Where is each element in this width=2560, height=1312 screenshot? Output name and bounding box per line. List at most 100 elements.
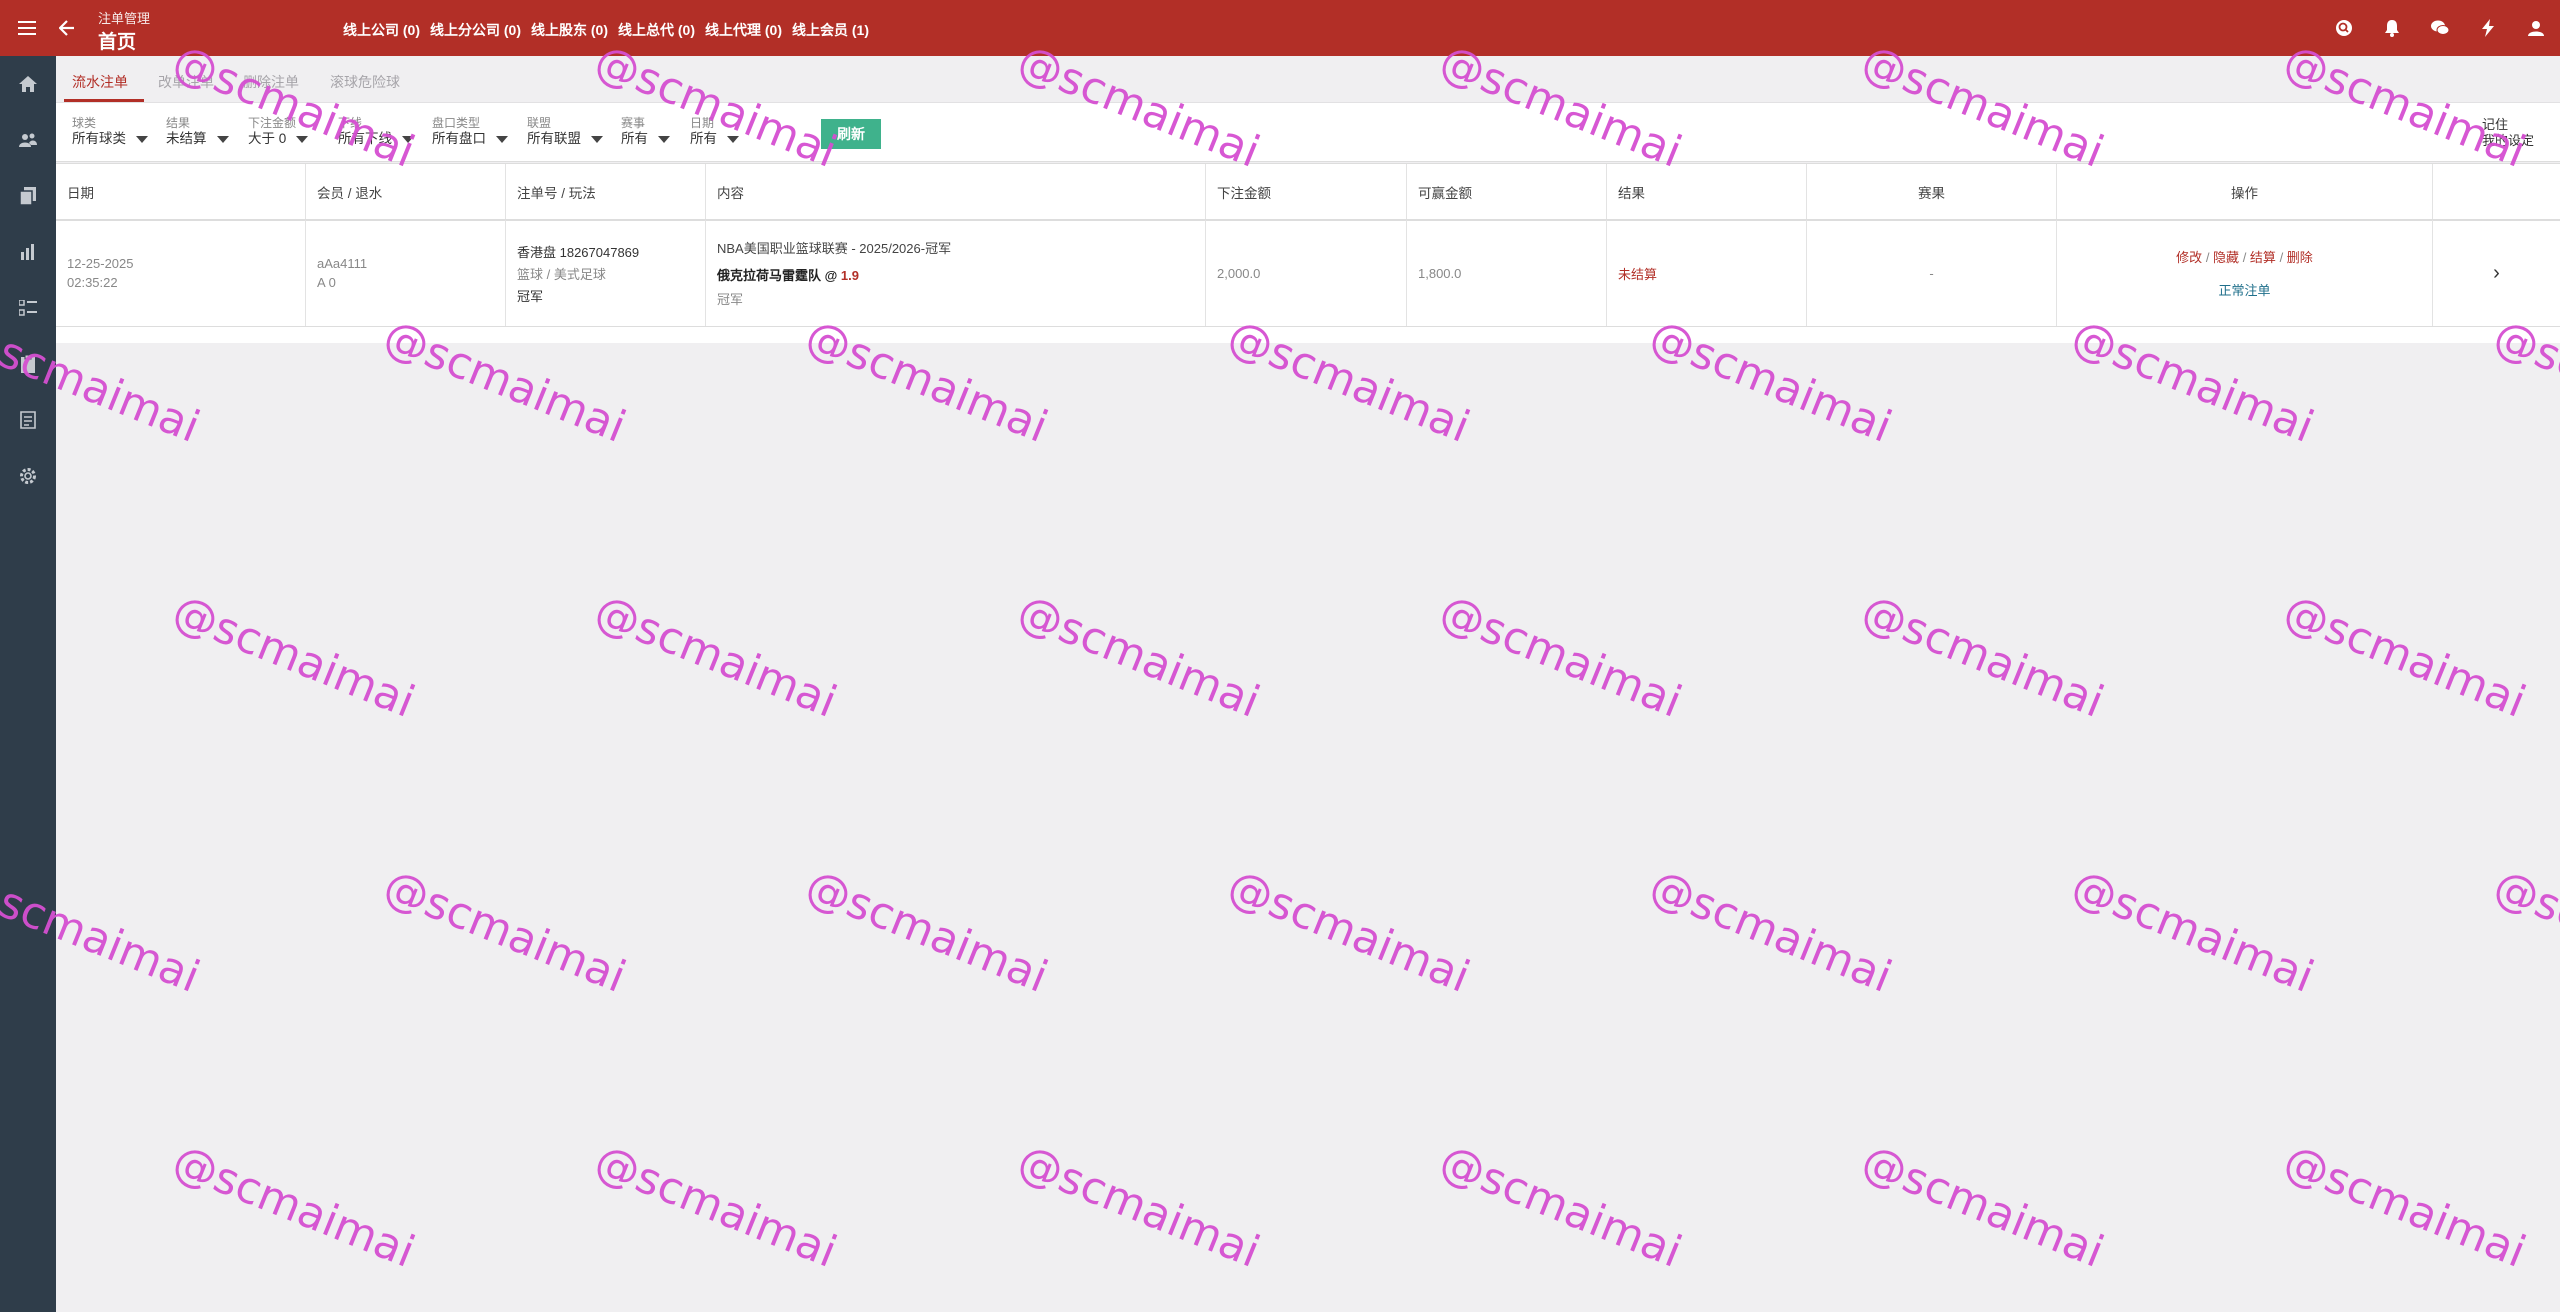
status-link[interactable]: 正常注单 (2218, 280, 2270, 299)
watermark-text: @scmaimai (1854, 1135, 2111, 1278)
caret-down-icon (727, 135, 739, 143)
bet-amount: 2,000.0 (1217, 265, 1261, 281)
home-icon[interactable] (0, 56, 56, 112)
online-member-link[interactable]: 线上会员 (1) (792, 20, 869, 40)
tab-deleted-bets[interactable]: 删除注单 (243, 72, 299, 92)
sport-filter[interactable]: 球类 所有球类 (72, 116, 148, 148)
back-arrow-icon[interactable] (53, 14, 81, 42)
amount-filter-value: 大于 0 (248, 131, 287, 146)
online-branch-link[interactable]: 线上分公司 (0) (430, 20, 521, 40)
watermark-text: @scmaimai (165, 1135, 422, 1278)
col-win-amount: 可赢金额 (1407, 164, 1607, 219)
tab-flow-bets[interactable]: 流水注单 (72, 72, 128, 92)
action-links: 修改 / 隐藏 / 结算 / 删除 (2176, 250, 2313, 265)
date-filter[interactable]: 日期 所有 (690, 116, 739, 148)
chevron-right-icon[interactable]: › (2493, 262, 2500, 285)
list-icon[interactable] (0, 280, 56, 336)
caret-down-icon (496, 135, 508, 143)
settings-gear-icon[interactable] (0, 448, 56, 504)
users-icon[interactable] (0, 112, 56, 168)
amount-filter[interactable]: 下注金额 大于 0 (248, 116, 309, 148)
table-header: 日期 会员 / 退水 注单号 / 玩法 内容 下注金额 可赢金额 结果 赛果 操… (56, 163, 2560, 221)
col-content: 内容 (706, 164, 1206, 219)
selection-team: 俄克拉荷马雷霆队 @ (717, 268, 838, 283)
edit-link[interactable]: 修改 (2176, 250, 2202, 265)
result-filter-value: 未结算 (166, 131, 207, 146)
report-icon[interactable] (0, 392, 56, 448)
bet-result: 未结算 (1618, 266, 1658, 282)
watermark-text: @scmaimai (1642, 860, 1899, 1003)
cell-score: - (1807, 220, 2057, 326)
cell-ticket: 香港盘 18267047869 篮球 / 美式足球 冠军 (506, 220, 706, 326)
clipboard-icon[interactable] (0, 336, 56, 392)
filter-bar: 球类 所有球类 结果 未结算 下注金额 大于 0 下线 所有下线 盘口类型 所有… (56, 103, 2560, 162)
watermark-text: @scmaimai (2486, 860, 2560, 1003)
chat-icon[interactable] (2416, 0, 2464, 56)
watermark-text: @scmaimai (2064, 860, 2321, 1003)
cell-date: 12-25-2025 02:35:22 (56, 220, 306, 326)
cell-actions: 修改 / 隐藏 / 结算 / 删除 正常注单 (2057, 220, 2433, 326)
cell-expand: › (2433, 220, 2560, 326)
delete-link[interactable]: 删除 (2287, 250, 2313, 265)
match-filter[interactable]: 赛事 所有 (621, 116, 670, 148)
col-date: 日期 (56, 164, 306, 219)
caret-down-icon (591, 135, 603, 143)
tab-modified-bets[interactable]: 改单注单 (158, 72, 214, 92)
user-icon[interactable] (2512, 0, 2560, 56)
online-stats: 线上公司 (0) 线上分公司 (0) 线上股东 (0) 线上总代 (0) 线上代… (343, 20, 869, 40)
league-filter-value: 所有联盟 (527, 131, 581, 146)
league-filter-label: 联盟 (527, 116, 552, 130)
cell-member: aAa4111 A 0 (306, 220, 506, 326)
active-tab-indicator (64, 99, 144, 102)
online-general-agent-link[interactable]: 线上总代 (0) (618, 20, 695, 40)
refresh-button[interactable]: 刷新 (821, 119, 881, 149)
watermark-text: @scmaimai (2276, 585, 2533, 728)
cell-content: NBA美国职业篮球联赛 - 2025/2026-冠军 俄克拉荷马雷霆队 @ 1.… (706, 220, 1206, 326)
tab-live-danger-ball[interactable]: 滚球危险球 (330, 72, 400, 92)
amount-filter-label: 下注金额 (248, 116, 297, 130)
match-filter-value: 所有 (621, 131, 648, 146)
cell-win-amount: 1,800.0 (1407, 220, 1607, 326)
result-filter[interactable]: 结果 未结算 (166, 116, 229, 148)
bet-type: 冠军 (517, 288, 544, 304)
watermark-text: @scmaimai (1432, 1135, 1689, 1278)
top-header: 注单管理 首页 线上公司 (0) 线上分公司 (0) 线上股东 (0) 线上总代… (0, 0, 2560, 56)
market-type-filter-value: 所有盘口 (432, 131, 486, 146)
downline-filter[interactable]: 下线 所有下线 (338, 116, 414, 148)
cell-result: 未结算 (1607, 220, 1807, 326)
league-title: NBA美国职业篮球联赛 - 2025/2026-冠军 (717, 241, 952, 256)
date-filter-label: 日期 (690, 116, 715, 130)
my-settings-label: 我的设定 (2481, 133, 2534, 148)
col-score: 赛果 (1807, 164, 2057, 219)
menu-icon[interactable] (13, 14, 41, 42)
lightning-icon[interactable] (2464, 0, 2512, 56)
league-filter[interactable]: 联盟 所有联盟 (527, 116, 603, 148)
watermark-text: @scmaimai (1432, 585, 1689, 728)
selection-line: 俄克拉荷马雷霆队 @ 1.9 (717, 265, 1205, 284)
col-result: 结果 (1607, 164, 1807, 219)
remember-label: 记住 (2481, 117, 2508, 132)
watermark-text: @scmaimai (587, 1135, 844, 1278)
market-type-filter[interactable]: 盘口类型 所有盘口 (432, 116, 508, 148)
table-row[interactable]: 12-25-2025 02:35:22 aAa4111 A 0 香港盘 1826… (56, 220, 2560, 327)
online-shareholder-link[interactable]: 线上股东 (0) (531, 20, 608, 40)
online-agent-link[interactable]: 线上代理 (0) (705, 20, 782, 40)
tab-bar: 流水注单 改单注单 删除注单 滚球危险球 (56, 56, 2560, 103)
settle-link[interactable]: 结算 (2250, 250, 2276, 265)
downline-filter-value: 所有下线 (338, 131, 392, 146)
sidebar (0, 56, 56, 1312)
online-company-link[interactable]: 线上公司 (0) (343, 20, 420, 40)
documents-icon[interactable] (0, 168, 56, 224)
bell-icon[interactable] (2368, 0, 2416, 56)
page-title: 首页 (98, 32, 137, 53)
bets-table: 日期 会员 / 退水 注单号 / 玩法 内容 下注金额 可赢金额 结果 赛果 操… (56, 163, 2560, 343)
result-filter-label: 结果 (166, 116, 191, 130)
search-user-icon[interactable] (2320, 0, 2368, 56)
caret-down-icon (296, 135, 309, 143)
hide-link[interactable]: 隐藏 (2213, 250, 2239, 265)
col-member: 会员 / 退水 (306, 164, 506, 219)
watermark-text: @scmaimai (587, 585, 844, 728)
game-type: 篮球 / 美式足球 (517, 266, 606, 282)
remember-settings-toggle[interactable]: 记住 我的设定 (2482, 117, 2534, 149)
bar-chart-icon[interactable] (0, 224, 56, 280)
